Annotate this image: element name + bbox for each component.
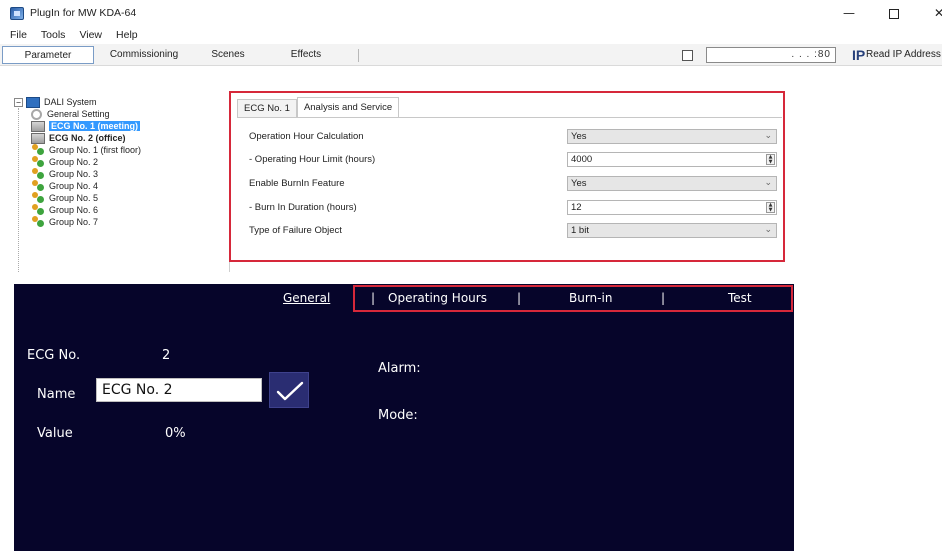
tree-item-group-6[interactable]: Group No. 6 bbox=[31, 204, 98, 216]
checkmark-icon bbox=[276, 381, 304, 401]
group-icon bbox=[31, 216, 45, 228]
menu-tools[interactable]: Tools bbox=[41, 29, 66, 41]
tab-parameter[interactable]: Parameter bbox=[2, 46, 94, 64]
tree-guide-line bbox=[18, 108, 19, 272]
tab-effects[interactable]: Effects bbox=[276, 46, 336, 64]
tree-item-group-5[interactable]: Group No. 5 bbox=[31, 192, 98, 204]
tree-item-group-2[interactable]: Group No. 2 bbox=[31, 156, 98, 168]
tree-item-general-setting[interactable]: General Setting bbox=[31, 108, 110, 120]
confirm-name-button[interactable] bbox=[269, 372, 309, 408]
tree-item-group-3[interactable]: Group No. 3 bbox=[31, 168, 98, 180]
tree-item-ecg-1[interactable]: ECG No. 1 (meeting) bbox=[31, 120, 141, 132]
group-icon bbox=[31, 168, 45, 180]
value-readout: 0% bbox=[165, 426, 186, 441]
tree-item-ecg-2[interactable]: ECG No. 2 (office) bbox=[31, 132, 126, 144]
ip-address-input[interactable]: . . . :80 bbox=[706, 47, 836, 63]
menu-view[interactable]: View bbox=[79, 29, 102, 41]
ecg-number-value: 2 bbox=[162, 348, 171, 363]
toolbar-divider bbox=[358, 49, 359, 62]
tree-item-group-7[interactable]: Group No. 7 bbox=[31, 216, 98, 228]
name-label: Name bbox=[37, 387, 76, 402]
value-label: Value bbox=[37, 426, 73, 441]
toolbar: Parameter Commissioning Scenes Effects .… bbox=[0, 44, 942, 66]
tab-commissioning[interactable]: Commissioning bbox=[104, 46, 184, 64]
read-ip-icon[interactable]: IP bbox=[852, 47, 865, 63]
menu-bar: File Tools View Help bbox=[0, 26, 942, 44]
tree-root[interactable]: − DALI System bbox=[14, 96, 97, 108]
minimize-button[interactable]: — bbox=[826, 4, 872, 22]
dali-system-icon bbox=[26, 96, 40, 108]
tree-item-group-1[interactable]: Group No. 1 (first floor) bbox=[31, 144, 141, 156]
highlight-box-nav-tabs bbox=[353, 285, 793, 312]
menu-file[interactable]: File bbox=[10, 29, 27, 41]
read-ip-address-button[interactable]: Read IP Address bbox=[866, 48, 941, 62]
dali-tree: − DALI System General Setting ECG No. 1 … bbox=[14, 96, 228, 272]
gear-icon bbox=[31, 108, 42, 120]
group-icon bbox=[31, 144, 45, 156]
group-icon bbox=[31, 204, 45, 216]
close-button[interactable]: ✕ bbox=[916, 4, 942, 22]
window-title: PlugIn for MW KDA-64 bbox=[30, 7, 137, 19]
maximize-button[interactable] bbox=[871, 4, 917, 22]
mode-label: Mode: bbox=[378, 408, 418, 423]
tree-item-group-4[interactable]: Group No. 4 bbox=[31, 180, 98, 192]
alarm-label: Alarm: bbox=[378, 361, 421, 376]
ecg-device-icon bbox=[31, 132, 45, 144]
ecg-device-icon bbox=[31, 120, 45, 132]
group-icon bbox=[31, 180, 45, 192]
collapse-icon[interactable]: − bbox=[14, 97, 23, 107]
ip-enable-checkbox[interactable] bbox=[682, 50, 693, 61]
tab-scenes[interactable]: Scenes bbox=[201, 46, 255, 64]
visualization-panel: General | Operating Hours | Burn-in | Te… bbox=[14, 284, 794, 551]
title-bar: PlugIn for MW KDA-64 bbox=[0, 0, 942, 26]
group-icon bbox=[31, 156, 45, 168]
nav-general[interactable]: General bbox=[283, 288, 330, 308]
maximize-icon bbox=[889, 8, 899, 19]
app-icon bbox=[10, 6, 24, 20]
ecg-number-label: ECG No. bbox=[27, 348, 81, 363]
menu-help[interactable]: Help bbox=[116, 29, 138, 41]
group-icon bbox=[31, 192, 45, 204]
plugin-window: PlugIn for MW KDA-64 — ✕ File Tools View… bbox=[0, 0, 942, 272]
highlight-box-parameters bbox=[229, 91, 785, 262]
name-input[interactable]: ECG No. 2 bbox=[96, 378, 262, 402]
